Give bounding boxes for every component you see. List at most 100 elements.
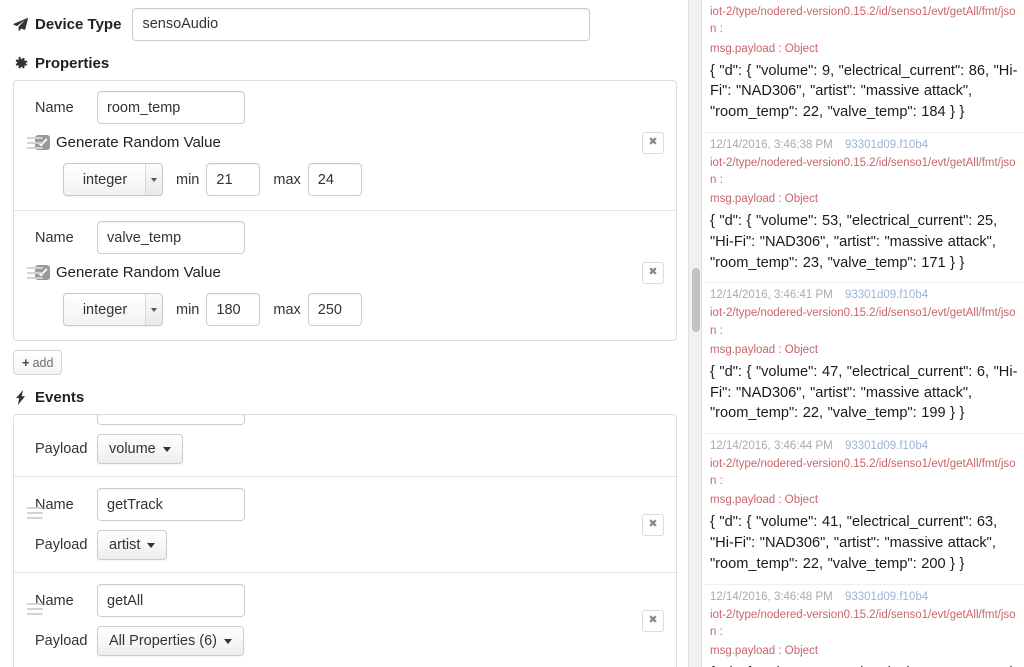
debug-property: msg.payload : Object bbox=[710, 494, 819, 507]
event-name-line: Name bbox=[14, 415, 676, 425]
max-label: max bbox=[273, 171, 301, 188]
events-scroll-content: Name Payload volume Name bbox=[14, 415, 676, 667]
event-payload-line: Payload All Properties (6) bbox=[14, 602, 676, 656]
debug-timestamp: 12/14/2016, 3:46:44 PM bbox=[710, 439, 833, 452]
debug-meta: 12/14/2016, 3:46:48 PM 93301d09.f10b4 bbox=[710, 587, 1018, 605]
device-type-label-text: Device Type bbox=[35, 15, 122, 33]
property-type-select[interactable]: integer bbox=[63, 163, 163, 196]
debug-payload: { "d": { "volume": 47, "electrical_curre… bbox=[710, 363, 1018, 422]
plus-icon: + bbox=[22, 355, 30, 370]
property-name-line: Name bbox=[14, 221, 676, 254]
debug-payload: { "d": { "volume": 53, "electrical_curre… bbox=[710, 213, 998, 271]
chevron-down-icon bbox=[162, 446, 171, 452]
property-min-input[interactable] bbox=[206, 293, 261, 326]
gear-icon bbox=[13, 56, 28, 71]
property-max-input[interactable] bbox=[307, 163, 362, 196]
min-label: min bbox=[176, 301, 200, 318]
device-type-row: Device Type bbox=[0, 0, 690, 44]
drag-handle-icon[interactable] bbox=[27, 602, 43, 615]
delete-property-button[interactable]: ✖ bbox=[642, 261, 664, 284]
property-name-input[interactable] bbox=[97, 91, 245, 124]
debug-node-id[interactable]: 93301d09.f10b4 bbox=[845, 139, 928, 151]
device-type-input[interactable] bbox=[132, 7, 591, 41]
debug-node-id[interactable]: 93301d09.f10b4 bbox=[845, 591, 928, 603]
add-property-label: add bbox=[32, 355, 54, 370]
debug-topic: iot-2/type/nodered-version0.15.2/id/sens… bbox=[710, 307, 1016, 337]
properties-heading-text: Properties bbox=[35, 55, 110, 72]
property-type-value: integer bbox=[82, 171, 128, 188]
debug-topic: iot-2/type/nodered-version0.15.2/id/sens… bbox=[710, 457, 1016, 488]
debug-topic: iot-2/type/nodered-version0.15.2/id/sens… bbox=[710, 6, 1016, 36]
debug-meta: 12/14/2016, 3:46:38 PM 93301d09.f10b4 bbox=[710, 135, 1018, 153]
chevron-down-icon bbox=[147, 542, 156, 548]
event-name-line: Name bbox=[14, 488, 676, 521]
chevron-down-icon bbox=[223, 638, 232, 644]
debug-property: msg.payload : Object bbox=[710, 42, 819, 55]
property-type-value: integer bbox=[82, 301, 128, 318]
property-random-line: Generate Random Value ✖ bbox=[14, 261, 676, 284]
debug-topic: iot-2/type/nodered-version0.15.2/id/sens… bbox=[710, 608, 1016, 638]
event-payload-label: Payload bbox=[35, 633, 88, 649]
debug-node-id[interactable]: 93301d09.f10b4 bbox=[845, 440, 928, 452]
debug-meta: 12/14/2016, 3:46:41 PM 93301d09.f10b4 bbox=[710, 285, 1018, 303]
delete-event-button[interactable]: ✖ bbox=[642, 609, 664, 632]
property-name-label: Name bbox=[35, 99, 74, 116]
event-payload-dropdown[interactable]: volume bbox=[97, 434, 183, 464]
properties-heading: Properties bbox=[0, 55, 690, 72]
debug-timestamp: 12/14/2016, 3:46:38 PM bbox=[710, 138, 833, 151]
app-root: Device Type Properties Name bbox=[0, 0, 1024, 667]
event-name-input[interactable] bbox=[97, 584, 245, 617]
debug-payload: { "d": { "volume": 9, "electrical_curren… bbox=[710, 62, 1018, 120]
page-scrollbar-thumb[interactable] bbox=[692, 268, 700, 332]
debug-property: msg.payload : Object bbox=[710, 645, 819, 658]
add-property-button[interactable]: + add bbox=[13, 350, 63, 375]
event-payload-value: artist bbox=[109, 537, 141, 553]
event-payload-dropdown[interactable]: artist bbox=[97, 530, 168, 560]
property-name-input[interactable] bbox=[97, 221, 245, 254]
event-payload-label: Payload bbox=[35, 441, 88, 457]
events-heading: Events bbox=[0, 389, 690, 406]
delete-event-button[interactable]: ✖ bbox=[642, 513, 664, 536]
debug-timestamp: 12/14/2016, 3:46:48 PM bbox=[710, 590, 833, 603]
delete-property-button[interactable]: ✖ bbox=[642, 131, 664, 154]
debug-panel: iot-2/type/nodered-version0.15.2/id/sens… bbox=[704, 0, 1024, 667]
device-type-label: Device Type bbox=[0, 16, 121, 33]
debug-payload: { "d": { "volume": 13, "electrical_curre… bbox=[710, 661, 1018, 667]
drag-handle-icon[interactable] bbox=[27, 266, 43, 279]
property-random-line: Generate Random Value ✖ bbox=[14, 131, 676, 154]
debug-property: msg.payload : Object bbox=[710, 193, 819, 206]
event-name-label: Name bbox=[35, 496, 74, 513]
event-name-input[interactable] bbox=[97, 415, 245, 425]
event-payload-value: All Properties (6) bbox=[109, 633, 217, 649]
event-payload-line: Payload artist bbox=[14, 506, 676, 560]
event-payload-label: Payload bbox=[35, 537, 88, 553]
drag-handle-icon[interactable] bbox=[27, 136, 43, 149]
property-name-label: Name bbox=[35, 229, 74, 246]
event-row: Name Payload All Properties (6) ✖ bbox=[14, 572, 676, 667]
event-payload-line: Payload volume bbox=[14, 434, 676, 464]
device-editor-panel: Device Type Properties Name bbox=[0, 0, 690, 667]
property-min-input[interactable] bbox=[206, 163, 261, 196]
debug-message[interactable]: 12/14/2016, 3:46:41 PM 93301d09.f10b4 io… bbox=[704, 283, 1024, 434]
property-max-input[interactable] bbox=[307, 293, 362, 326]
debug-node-id[interactable]: 93301d09.f10b4 bbox=[845, 289, 928, 301]
debug-property: msg.payload : Object bbox=[710, 343, 819, 356]
bolt-icon bbox=[13, 390, 28, 405]
event-row: Name Payload volume bbox=[14, 415, 676, 476]
event-name-input[interactable] bbox=[97, 488, 245, 521]
event-row: Name Payload artist ✖ bbox=[14, 476, 676, 572]
property-type-select[interactable]: integer bbox=[63, 293, 163, 326]
properties-list: Name Generate Random Value ✖ integer bbox=[13, 80, 677, 341]
debug-message[interactable]: iot-2/type/nodered-version0.15.2/id/sens… bbox=[704, 0, 1024, 133]
debug-message[interactable]: 12/14/2016, 3:46:38 PM 93301d09.f10b4 io… bbox=[704, 133, 1024, 284]
page-scrollbar[interactable] bbox=[688, 0, 702, 667]
property-range-line: integer min max bbox=[14, 163, 676, 196]
debug-message[interactable]: 12/14/2016, 3:46:48 PM 93301d09.f10b4 io… bbox=[704, 585, 1024, 667]
drag-handle-icon[interactable] bbox=[27, 506, 43, 519]
chevron-down-icon bbox=[145, 294, 162, 325]
property-row: Name Generate Random Value ✖ integer bbox=[14, 81, 676, 210]
event-name-label: Name bbox=[35, 592, 74, 609]
events-list: Name Payload volume Name bbox=[13, 414, 677, 667]
debug-message[interactable]: 12/14/2016, 3:46:44 PM 93301d09.f10b4 io… bbox=[704, 434, 1024, 585]
event-payload-dropdown[interactable]: All Properties (6) bbox=[97, 626, 244, 656]
